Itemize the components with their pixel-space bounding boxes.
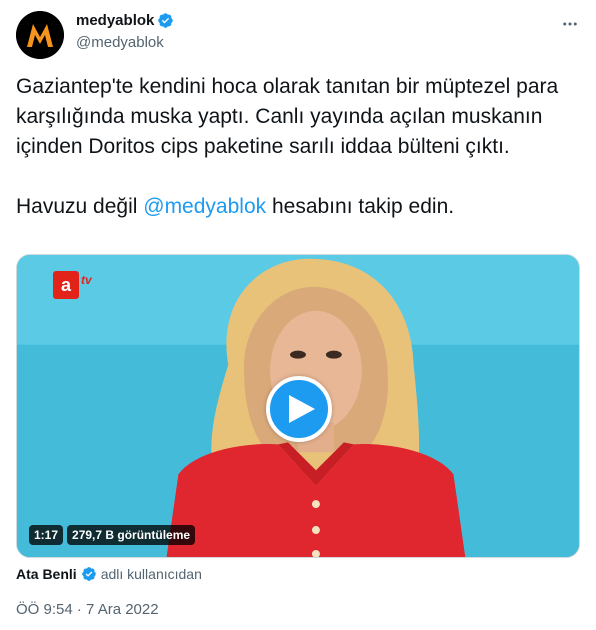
verified-badge-icon (81, 567, 96, 581)
tweet-paragraph-2: Havuzu değil @medyablok hesabını takip e… (16, 192, 576, 222)
medyablok-logo-icon (16, 11, 64, 59)
play-icon (288, 395, 315, 423)
author-handle[interactable]: @medyablok (76, 34, 164, 51)
video-badges: 1:17 279,7 B görüntüleme (29, 525, 196, 545)
tweet-paragraph-2-before: Havuzu değil (16, 195, 144, 218)
tweet-paragraph-1: Gaziantep'te kendini hoca olarak tanıtan… (16, 75, 565, 158)
avatar[interactable] (16, 11, 64, 59)
attribution-name[interactable]: Ata Benli (16, 566, 77, 582)
play-button[interactable] (266, 376, 332, 442)
tweet-text: Gaziantep'te kendini hoca olarak tanıtan… (16, 72, 576, 222)
tweet-timestamp[interactable]: ÖÖ 9:54 · 7 Ara 2022 (16, 601, 159, 618)
verified-badge-icon (158, 13, 174, 28)
tweet: medyablok @medyablok Gaziantep'te kendin… (0, 0, 596, 630)
tweet-paragraph-2-after: hesabını takip edin. (266, 195, 455, 218)
video-player[interactable]: a tv 1:17 279,7 B görüntüleme (16, 254, 580, 558)
channel-logo: a (53, 271, 79, 299)
author-display-name[interactable]: medyablok (76, 12, 154, 29)
video-attribution: Ata Benli adlı kullanıcıdan (16, 566, 202, 582)
author-name-row[interactable]: medyablok (76, 12, 174, 29)
attribution-suffix: adlı kullanıcıdan (100, 566, 202, 582)
more-button[interactable] (558, 12, 582, 36)
channel-tv-label: tv (81, 273, 92, 287)
more-dots-icon (563, 22, 577, 26)
duration-badge: 1:17 (29, 525, 64, 545)
mention-link[interactable]: @medyablok (143, 195, 266, 218)
views-badge: 279,7 B görüntüleme (67, 525, 196, 545)
